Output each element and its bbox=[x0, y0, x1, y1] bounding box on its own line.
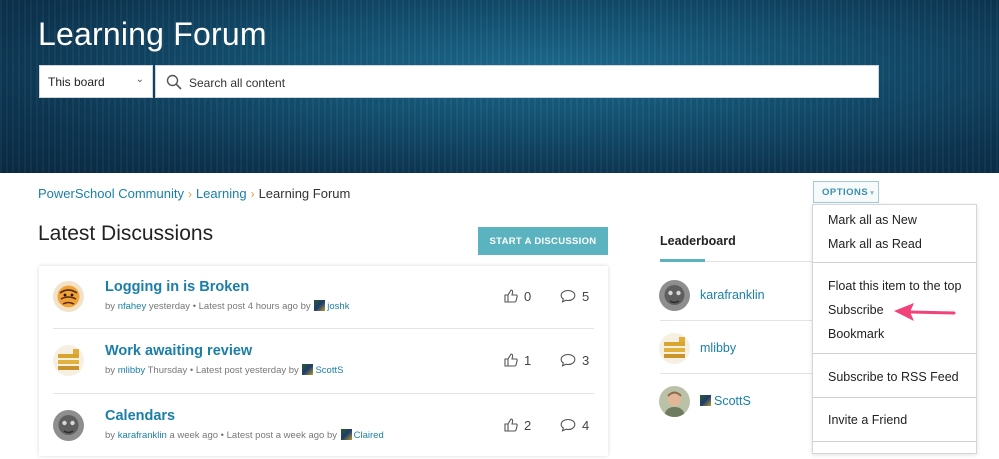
discussion-title[interactable]: Calendars bbox=[105, 408, 175, 424]
likes-count[interactable]: 0 bbox=[504, 289, 531, 304]
board-scope-select[interactable]: This board ⌄ bbox=[39, 65, 153, 98]
likes-count[interactable]: 2 bbox=[504, 418, 531, 433]
thumbs-up-icon bbox=[504, 353, 518, 367]
options-menu: Mark all as New Mark all as Read Float t… bbox=[812, 204, 977, 454]
likes-value: 0 bbox=[524, 289, 532, 304]
avatar[interactable] bbox=[53, 410, 84, 441]
options-label: OPTIONS bbox=[822, 187, 869, 198]
comments-value: 3 bbox=[582, 353, 590, 368]
menu-divider bbox=[813, 397, 976, 398]
hero-banner: Learning Forum This board ⌄ Search all c… bbox=[0, 0, 999, 173]
menu-item-float-to-top[interactable]: Float this item to the top bbox=[828, 279, 961, 293]
latest-discussions-heading: Latest Discussions bbox=[38, 222, 214, 245]
board-scope-value: This board bbox=[48, 75, 105, 89]
discussion-row: Calendars by karafranklin a week ago • L… bbox=[39, 395, 608, 459]
breadcrumb-link-community[interactable]: PowerSchool Community bbox=[38, 186, 184, 201]
discussion-meta: by mlibby Thursday • Latest post yesterd… bbox=[105, 364, 343, 376]
last-user-link[interactable]: Claired bbox=[354, 430, 384, 441]
discussion-row: Work awaiting review by mlibby Thursday … bbox=[39, 330, 608, 394]
user-rank-icon bbox=[314, 300, 326, 311]
chevron-down-icon: ⌄ bbox=[135, 74, 144, 85]
user-rank-icon bbox=[340, 429, 352, 440]
discussion-title[interactable]: Work awaiting review bbox=[105, 343, 252, 359]
menu-item-mark-all-new[interactable]: Mark all as New bbox=[828, 213, 917, 227]
author-link[interactable]: nfahey bbox=[118, 301, 147, 312]
avatar[interactable] bbox=[53, 281, 84, 312]
likes-count[interactable]: 1 bbox=[504, 353, 531, 368]
row-divider bbox=[53, 328, 594, 329]
by-label: by bbox=[105, 365, 116, 376]
user-rank-icon bbox=[700, 395, 711, 406]
row-divider bbox=[53, 393, 594, 394]
menu-item-invite-friend[interactable]: Invite a Friend bbox=[828, 413, 907, 427]
leaderboard-row: mlibby bbox=[659, 333, 812, 373]
by-label: by bbox=[105, 301, 116, 312]
leaderboard-tab-underline bbox=[660, 259, 705, 262]
menu-divider bbox=[813, 441, 976, 442]
page-title: Learning Forum bbox=[38, 16, 267, 52]
thumbs-up-icon bbox=[504, 418, 518, 432]
avatar[interactable] bbox=[53, 345, 84, 376]
menu-divider bbox=[813, 353, 976, 354]
comment-icon bbox=[560, 418, 576, 432]
post-time: Thursday bbox=[147, 365, 188, 376]
search-input[interactable]: Search all content bbox=[155, 65, 879, 98]
discussion-meta: by karafranklin a week ago • Latest post… bbox=[105, 429, 384, 441]
leaderboard-user-link[interactable]: karafranklin bbox=[700, 288, 765, 302]
discussion-meta: by nfahey yesterday • Latest post 4 hour… bbox=[105, 300, 349, 312]
menu-item-bookmark[interactable]: Bookmark bbox=[828, 327, 884, 341]
likes-value: 2 bbox=[524, 418, 532, 433]
start-discussion-button[interactable]: START A DISCUSSION bbox=[478, 227, 608, 255]
menu-item-mark-all-read[interactable]: Mark all as Read bbox=[828, 237, 922, 251]
likes-value: 1 bbox=[524, 353, 532, 368]
comment-icon bbox=[560, 289, 576, 303]
comments-count[interactable]: 3 bbox=[560, 353, 589, 368]
avatar[interactable] bbox=[659, 280, 690, 311]
row-divider bbox=[660, 320, 812, 321]
search-icon bbox=[166, 74, 182, 90]
annotation-arrow-icon bbox=[894, 303, 956, 321]
chevron-right-icon: › bbox=[250, 187, 255, 201]
by-label: by bbox=[105, 430, 116, 441]
options-button[interactable]: OPTIONS ▾ bbox=[813, 181, 879, 203]
last-user-link[interactable]: ScottS bbox=[315, 365, 343, 376]
avatar[interactable] bbox=[659, 386, 690, 417]
chevron-right-icon: › bbox=[187, 187, 192, 201]
row-divider bbox=[660, 373, 812, 374]
leaderboard-row: karafranklin bbox=[659, 280, 812, 320]
comments-value: 4 bbox=[582, 418, 590, 433]
author-link[interactable]: mlibby bbox=[118, 365, 145, 376]
post-time: yesterday bbox=[148, 301, 191, 312]
comments-count[interactable]: 5 bbox=[560, 289, 589, 304]
discussion-row: Logging in is Broken by nfahey yesterday… bbox=[39, 266, 608, 330]
last-user-link[interactable]: joshk bbox=[327, 301, 349, 312]
breadcrumb: PowerSchool Community › Learning › Learning … bbox=[38, 186, 350, 201]
latest-post-text: • Latest post 4 hours ago by bbox=[192, 301, 311, 312]
comment-icon bbox=[560, 353, 576, 367]
breadcrumb-current: Learning Forum bbox=[258, 186, 351, 201]
menu-item-subscribe[interactable]: Subscribe bbox=[828, 303, 884, 317]
discussion-title[interactable]: Logging in is Broken bbox=[105, 279, 249, 295]
thumbs-up-icon bbox=[504, 289, 518, 303]
comments-count[interactable]: 4 bbox=[560, 418, 589, 433]
post-time: a week ago bbox=[169, 430, 219, 441]
latest-post-text: • Latest post yesterday by bbox=[189, 365, 299, 376]
latest-post-text: • Latest post a week ago by bbox=[220, 430, 338, 441]
menu-divider bbox=[813, 262, 976, 263]
leaderboard-user-link[interactable]: ScottS bbox=[700, 394, 751, 408]
discussion-list: Logging in is Broken by nfahey yesterday… bbox=[39, 266, 608, 456]
comments-value: 5 bbox=[582, 289, 590, 304]
leaderboard-heading: Leaderboard bbox=[660, 234, 736, 248]
leaderboard-user-link[interactable]: mlibby bbox=[700, 341, 736, 355]
author-link[interactable]: karafranklin bbox=[118, 430, 167, 441]
leaderboard-row: ScottS bbox=[659, 386, 812, 426]
breadcrumb-link-learning[interactable]: Learning bbox=[196, 186, 247, 201]
search-placeholder: Search all content bbox=[189, 76, 286, 90]
avatar[interactable] bbox=[659, 333, 690, 364]
leaderboard-user-name: ScottS bbox=[714, 394, 751, 408]
user-rank-icon bbox=[302, 364, 314, 375]
menu-item-rss-feed[interactable]: Subscribe to RSS Feed bbox=[828, 370, 959, 384]
caret-down-icon: ▾ bbox=[870, 190, 875, 197]
